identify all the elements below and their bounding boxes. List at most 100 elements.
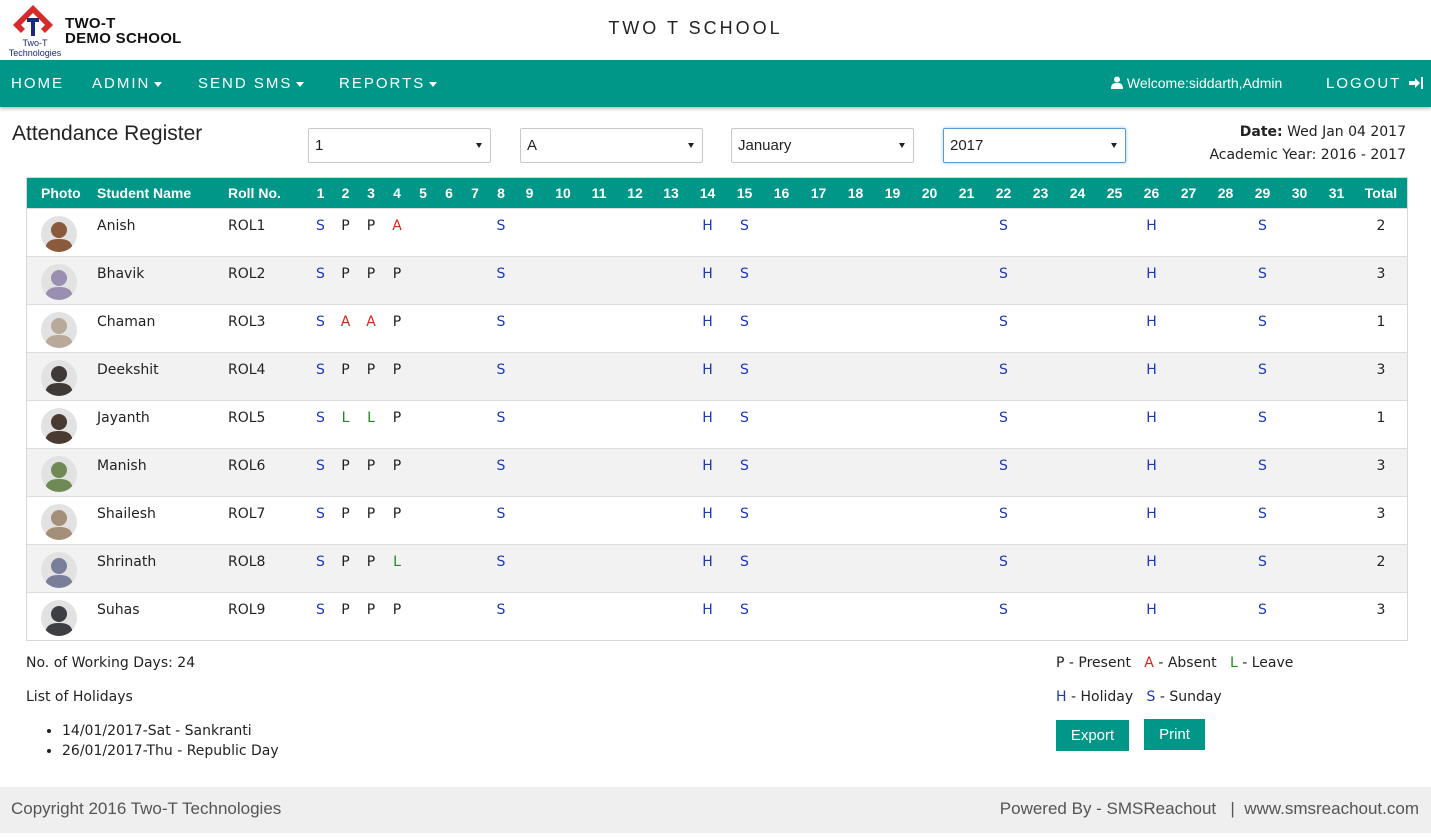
attendance-empty (911, 496, 948, 544)
student-name: Shrinath (97, 553, 157, 570)
attendance-mark: S (496, 313, 506, 330)
attendance-mark: S (496, 361, 506, 378)
col-day: 2 (341, 184, 350, 201)
table-row: Shrinath ROL8 S P P L S H S S H S 2 (27, 544, 1407, 592)
attendance-empty (1170, 208, 1207, 256)
print-button[interactable]: Print (1144, 719, 1205, 750)
attendance-empty (581, 448, 617, 496)
student-photo-cell (27, 400, 97, 448)
attendance-empty (462, 352, 488, 400)
attendance-empty (1207, 352, 1244, 400)
attendance-mark: S (740, 457, 749, 474)
user-icon (1111, 76, 1123, 89)
col-day: 7 (471, 184, 479, 201)
attendance-empty (410, 304, 436, 352)
attendance-empty (617, 304, 653, 352)
attendance-mark: H (1146, 553, 1157, 570)
holidays-title: List of Holidays (26, 689, 133, 705)
attendance-empty (1318, 592, 1355, 640)
year-select[interactable]: 2017 (943, 128, 1126, 163)
attendance-mark: S (999, 265, 1008, 282)
col-day: 15 (736, 184, 753, 201)
nav-send-sms[interactable]: SEND SMS (198, 60, 305, 107)
logout-label: LOGOUT (1326, 75, 1402, 92)
student-photo-cell (27, 496, 97, 544)
col-day: 27 (1180, 184, 1197, 201)
attendance-empty (1207, 544, 1244, 592)
legend-l-code: L (1229, 655, 1238, 671)
date-label: Date: (1239, 124, 1283, 140)
footer-site-link[interactable]: www.smsreachout.com (1244, 799, 1419, 818)
roll-no: ROL4 (228, 361, 266, 378)
attendance-empty (410, 544, 436, 592)
attendance-empty (1096, 304, 1133, 352)
student-avatar-icon (41, 359, 77, 396)
caret-down-icon (154, 81, 163, 87)
export-button[interactable]: Export (1056, 720, 1129, 751)
current-date: Date: Wed Jan 04 2017 (1240, 124, 1406, 140)
col-day: 8 (497, 184, 505, 201)
attendance-empty (1281, 448, 1318, 496)
col-day: 1 (316, 184, 325, 201)
attendance-empty (581, 544, 617, 592)
student-name: Suhas (97, 601, 140, 618)
row-total: 3 (1376, 601, 1386, 618)
attendance-mark: L (393, 553, 401, 570)
nav-home[interactable]: HOME (11, 60, 64, 107)
attendance-empty (1170, 400, 1207, 448)
attendance-empty (1096, 256, 1133, 304)
attendance-empty (874, 496, 911, 544)
class-select[interactable]: 1 (308, 128, 491, 163)
attendance-mark: P (341, 601, 350, 618)
attendance-mark: P (366, 265, 376, 282)
attendance-empty (1281, 400, 1318, 448)
col-day: 6 (445, 184, 453, 201)
legend-h-code: H (1056, 689, 1067, 705)
student-photo-cell (27, 448, 97, 496)
attendance-mark: S (1258, 217, 1267, 234)
attendance-empty (911, 400, 948, 448)
nav-admin[interactable]: ADMIN (92, 60, 163, 107)
attendance-empty (837, 352, 874, 400)
attendance-empty (1281, 304, 1318, 352)
legend-s-text: - Sunday (1159, 689, 1222, 705)
row-total: 3 (1376, 457, 1386, 474)
attendance-empty (514, 352, 545, 400)
attendance-empty (436, 448, 462, 496)
section-select[interactable]: A (520, 128, 703, 163)
nav-reports-label: REPORTS (339, 75, 426, 92)
page-footer: Copyright 2016 Two-T Technologies Powere… (0, 787, 1431, 833)
caret-down-icon (296, 81, 305, 87)
nav-welcome[interactable]: Welcome:siddarth,Admin (1111, 60, 1282, 107)
avatar (41, 455, 77, 492)
nav-logout[interactable]: LOGOUT (1326, 60, 1424, 107)
attendance-empty (1170, 496, 1207, 544)
student-name: Chaman (97, 313, 156, 330)
attendance-empty (436, 304, 462, 352)
attendance-empty (1207, 400, 1244, 448)
col-day: 20 (921, 184, 938, 201)
footer-powered-by[interactable]: Powered By - SMSReachout (1000, 799, 1216, 818)
student-avatar-icon (41, 599, 77, 636)
attendance-empty (462, 304, 488, 352)
attendance-empty (514, 592, 545, 640)
attendance-mark: P (366, 505, 376, 522)
col-day: 25 (1106, 184, 1123, 201)
attendance-mark: S (740, 361, 749, 378)
attendance-mark: S (999, 409, 1008, 426)
attendance-mark: L (367, 409, 375, 426)
attendance-empty (837, 256, 874, 304)
legend-p-code: P (1056, 655, 1065, 671)
legend-l-text: - Leave (1242, 655, 1294, 671)
nav-reports[interactable]: REPORTS (339, 60, 438, 107)
legend-h-text: - Holiday (1070, 689, 1134, 705)
section-select-value: A (527, 137, 538, 154)
roll-no: ROL5 (228, 409, 266, 426)
attendance-empty (436, 256, 462, 304)
attendance-empty (763, 544, 800, 592)
sign-out-icon (1409, 77, 1424, 89)
attendance-empty (514, 256, 545, 304)
month-select[interactable]: January (731, 128, 914, 163)
attendance-empty (1059, 592, 1096, 640)
attendance-empty (763, 256, 800, 304)
